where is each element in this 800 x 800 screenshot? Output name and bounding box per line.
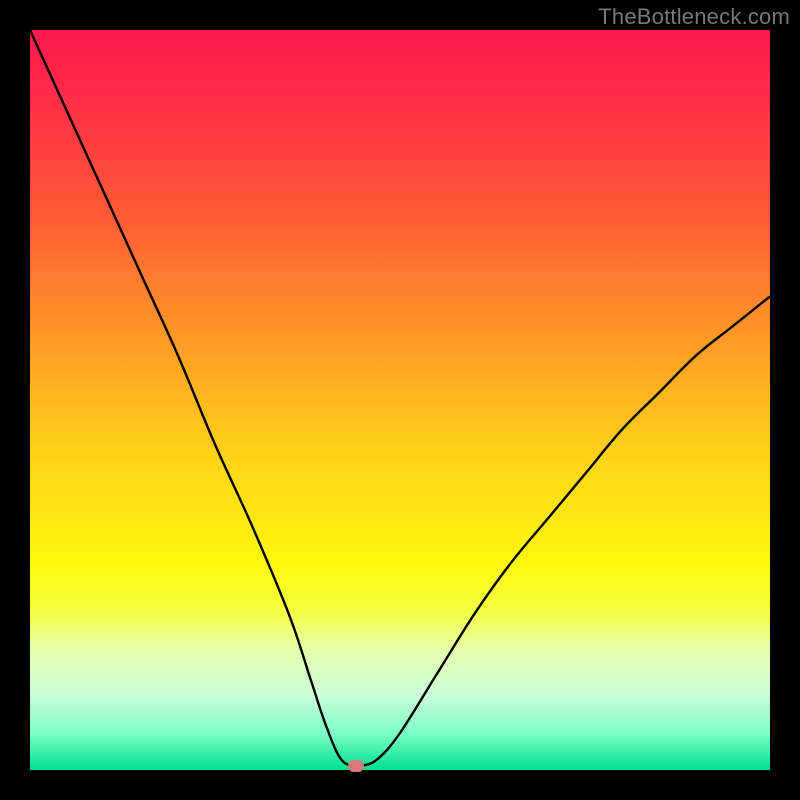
minimum-marker xyxy=(348,760,364,772)
bottleneck-curve xyxy=(30,30,770,770)
chart-frame: TheBottleneck.com xyxy=(0,0,800,800)
curve-path xyxy=(30,30,770,767)
watermark-text: TheBottleneck.com xyxy=(598,4,790,30)
